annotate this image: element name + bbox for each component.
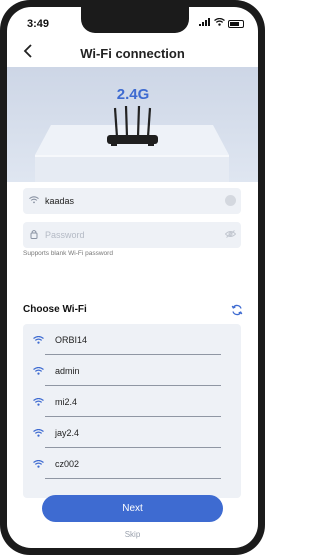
- lock-icon: [23, 229, 45, 242]
- password-field[interactable]: [23, 222, 241, 248]
- router-icon: 2.4G: [35, 86, 229, 182]
- wifi-list[interactable]: ORBI14 admin mi2.4 jay2.4 cz002: [23, 324, 241, 498]
- status-icons: [199, 17, 244, 29]
- password-hint: Supports blank Wi-Fi password: [23, 250, 113, 257]
- notch: [81, 7, 189, 33]
- wifi-icon: [33, 362, 51, 380]
- nav-bar: Wi-Fi connection: [7, 41, 258, 67]
- status-bar: 3:49: [7, 7, 258, 41]
- router-illustration: 2.4G: [7, 67, 258, 182]
- wifi-icon: [33, 331, 51, 349]
- ssid-value: kaadas: [45, 196, 75, 206]
- wifi-name: cz002: [55, 458, 80, 469]
- status-time: 3:49: [27, 18, 50, 30]
- ssid-field[interactable]: kaadas: [23, 188, 241, 214]
- screen: 3:49 Wi-Fi connection 2.4G kaadas Suppor…: [7, 7, 258, 548]
- password-input[interactable]: [45, 230, 219, 240]
- wifi-name: mi2.4: [55, 396, 78, 407]
- eye-off-icon[interactable]: [219, 229, 241, 241]
- wifi-list-item[interactable]: ORBI14: [23, 324, 241, 355]
- wifi-name: ORBI14: [55, 334, 88, 345]
- wifi-list-item[interactable]: cz002: [23, 448, 241, 479]
- wifi-icon: [33, 424, 51, 442]
- band-label: 2.4G: [117, 86, 150, 103]
- refresh-icon[interactable]: [231, 304, 243, 317]
- choose-wifi-label: Choose Wi-Fi: [23, 304, 87, 315]
- wifi-status-icon: [214, 17, 225, 29]
- page-title: Wi-Fi connection: [80, 46, 185, 61]
- wifi-name: admin: [55, 365, 80, 376]
- signal-icon: [199, 18, 211, 29]
- wifi-list-item[interactable]: jay2.4: [23, 417, 241, 448]
- clear-icon[interactable]: [219, 194, 241, 208]
- wifi-list-item[interactable]: admin: [23, 355, 241, 386]
- next-button[interactable]: Next: [42, 495, 223, 522]
- phone-frame: 3:49 Wi-Fi connection 2.4G kaadas Suppor…: [0, 0, 265, 555]
- battery-icon: [228, 19, 244, 28]
- wifi-icon: [33, 393, 51, 411]
- wifi-icon: [23, 195, 45, 207]
- wifi-name: jay2.4: [55, 427, 80, 438]
- wifi-list-item[interactable]: mi2.4: [23, 386, 241, 417]
- wifi-icon: [33, 455, 51, 473]
- skip-button[interactable]: Skip: [7, 530, 258, 539]
